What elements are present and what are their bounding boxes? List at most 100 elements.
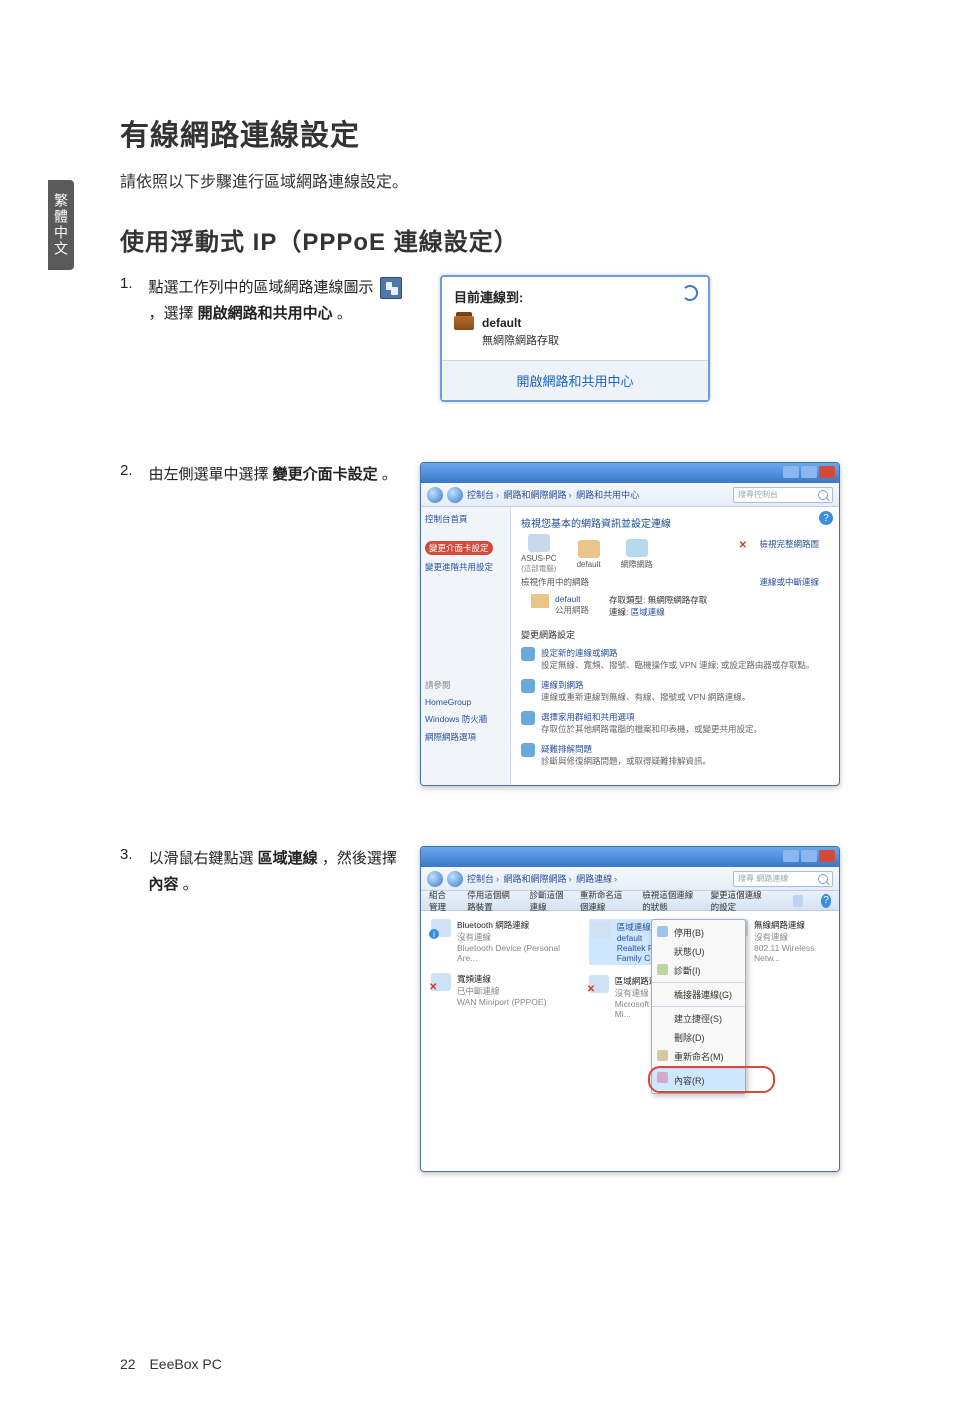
side-link-change-sharing[interactable]: 變更進階共用設定	[425, 561, 506, 573]
network-connections-window: 控制台› 網路和網際網路› 網路連線› 搜尋 網路連線 組合管理 停用這個網路裝…	[420, 846, 840, 1172]
window-titlebar	[421, 847, 839, 867]
search-input[interactable]: 搜尋 網路連線	[733, 871, 833, 887]
ctx-rename[interactable]: 重新命名(M)	[652, 1047, 745, 1066]
ctx-disable[interactable]: 停用(B)	[652, 923, 745, 942]
search-input[interactable]: 搜尋控制台	[733, 487, 833, 503]
ctx-diagnose[interactable]: 診斷(I)	[652, 961, 745, 980]
popup-body: default 無網際網路存取	[442, 310, 708, 360]
entry-title: 疑難排解問題	[541, 743, 711, 755]
diagnose-btn[interactable]: 診斷這個連線	[530, 889, 566, 913]
disable-device-btn[interactable]: 停用這個網路裝置	[467, 889, 515, 913]
close-button[interactable]	[819, 850, 835, 862]
connections-value[interactable]: 區域連線	[631, 607, 665, 617]
view-status-btn[interactable]: 檢視這個連線的狀態	[642, 889, 696, 913]
side-language-tab: 繁體中文	[48, 180, 74, 270]
crumb-3[interactable]: 網路連線	[576, 874, 612, 884]
view-icon[interactable]	[793, 895, 803, 907]
crumb-2[interactable]: 網路和網際網路	[504, 490, 567, 500]
forward-button[interactable]	[447, 487, 463, 503]
maximize-button[interactable]	[801, 466, 817, 478]
homegroup-options[interactable]: 選擇家用群組和共用選項存取位於其他網路電腦的檔案和印表機，或變更共用設定。	[521, 711, 829, 735]
ctx-delete[interactable]: 刪除(D)	[652, 1028, 745, 1047]
help-icon[interactable]: ?	[821, 894, 831, 908]
side-see-also: 請參閱	[425, 679, 506, 691]
search-icon	[818, 490, 828, 500]
crumb-1[interactable]: 控制台	[467, 874, 494, 884]
product-name: EeeBox PC	[149, 1356, 221, 1372]
connection-bluetooth[interactable]: Bluetooth 網路連線沒有連線Bluetooth Device (Pers…	[431, 919, 569, 963]
crumb-2[interactable]: 網路和網際網路	[504, 874, 567, 884]
close-button[interactable]	[819, 466, 835, 478]
troubleshoot[interactable]: 疑難排解問題診斷與修復網路問題，或取得疑難排解資訊。	[521, 743, 829, 767]
side-link-firewall[interactable]: Windows 防火牆	[425, 713, 506, 725]
window-sidebar: 控制台首頁 變更介面卡設定 變更進階共用設定 請參閱 HomeGroup Win…	[421, 507, 511, 785]
step-body: 以滑鼠右鍵點選 區域連線 ，然後選擇 內容 。	[148, 846, 408, 897]
maximize-button[interactable]	[801, 850, 817, 862]
back-button[interactable]	[427, 487, 443, 503]
step1-text-b: ，選擇	[148, 305, 197, 322]
setup-new-connection[interactable]: 設定新的連線或網路設定無線、寬頻、撥號、臨機操作或 VPN 連線; 或設定路由器…	[521, 647, 829, 671]
breadcrumb[interactable]: 控制台› 網路和網際網路› 網路連線›	[467, 872, 619, 885]
ctx-properties[interactable]: 內容(R)	[652, 1068, 745, 1090]
minimize-button[interactable]	[783, 466, 799, 478]
organize-menu[interactable]: 組合管理	[429, 889, 453, 913]
step1-text-a: 點選工作列中的區域網路連線圖示	[148, 279, 373, 296]
minimize-button[interactable]	[783, 850, 799, 862]
ctx-bridge[interactable]: 橋接器連線(G)	[652, 982, 745, 1004]
step-body: 由左側選單中選擇 變更介面卡設定 。	[148, 462, 408, 488]
pc-sub: (這部電腦)	[521, 563, 557, 574]
side-link-internet-options[interactable]: 網際網路選項	[425, 731, 506, 743]
refresh-icon[interactable]	[682, 285, 698, 301]
step-3: 3. 以滑鼠右鍵點選 區域連線 ，然後選擇 內容 。	[120, 846, 880, 1172]
window-body: Bluetooth 網路連線沒有連線Bluetooth Device (Pers…	[421, 911, 839, 1171]
step-2: 2. 由左側選單中選擇 變更介面卡設定 。 控制台› 網路和網際	[120, 462, 880, 786]
conn-device: WAN Miniport (PPPOE)	[457, 997, 546, 1007]
disconnected-x-icon: ✕	[739, 540, 747, 551]
crumb-3[interactable]: 網路和共用中心	[576, 490, 639, 500]
connect-to-network[interactable]: 連線到網路連線或重新連線到無線、有線、撥號或 VPN 網路連線。	[521, 679, 829, 703]
entry-desc: 連線或重新連線到無線、有線、撥號或 VPN 網路連線。	[541, 691, 750, 703]
step-1: 1. 點選工作列中的區域網路連線圖示 ，選擇 開啟網路和共用中心 。 目前連線到…	[120, 275, 880, 402]
popup-network-name: default	[482, 316, 696, 330]
active-networks-title: 檢視作用中的網路	[521, 577, 589, 587]
pc-icon	[528, 534, 550, 552]
side-link-homegroup[interactable]: HomeGroup	[425, 697, 506, 707]
full-map-link[interactable]: 檢視完整網路圖	[759, 538, 819, 550]
open-network-center-link[interactable]: 開啟網路和共用中心	[516, 374, 633, 389]
adapter-icon	[591, 921, 611, 939]
access-type-value: 無網際網路存取	[648, 595, 708, 605]
step1-bold: 開啟網路和共用中心	[198, 305, 333, 322]
network-icon	[454, 316, 474, 330]
window-titlebar	[421, 463, 839, 483]
rename-btn[interactable]: 重新命名這個連線	[580, 889, 628, 913]
back-button[interactable]	[427, 871, 443, 887]
step3-bold-1: 區域連線	[258, 850, 318, 867]
step-number: 1.	[120, 275, 144, 292]
network-popup: 目前連線到: default 無網際網路存取 開啟網路和共用中心	[440, 275, 710, 402]
network-map: ASUS-PC (這部電腦) default ✕ 網際網路 檢視完整網路圖	[521, 538, 829, 570]
change-settings-btn[interactable]: 變更這個連線的設定	[711, 889, 765, 913]
ctx-shortcut[interactable]: 建立捷徑(S)	[652, 1006, 745, 1028]
step-body: 點選工作列中的區域網路連線圖示 ，選擇 開啟網路和共用中心 。	[148, 275, 428, 326]
adapter-icon	[589, 975, 609, 993]
breadcrumb[interactable]: 控制台› 網路和網際網路› 網路和共用中心	[467, 488, 639, 501]
crumb-1[interactable]: 控制台	[467, 490, 494, 500]
conn-status: 沒有連線	[457, 931, 569, 943]
context-menu: 停用(B) 狀態(U) 診斷(I) 橋接器連線(G) 建立捷徑(S) 刪除(D)…	[651, 919, 746, 1094]
connect-disconnect-link[interactable]: 連線或中斷連線	[759, 576, 819, 588]
active-net-name[interactable]: default	[555, 594, 589, 604]
search-icon	[818, 874, 828, 884]
connection-broadband[interactable]: 寬頻連線已中斷連線WAN Miniport (PPPOE)	[431, 973, 569, 1007]
wizard-icon	[521, 647, 535, 661]
side-link-home[interactable]: 控制台首頁	[425, 513, 506, 525]
forward-button[interactable]	[447, 871, 463, 887]
ctx-status[interactable]: 狀態(U)	[652, 942, 745, 961]
conn-name: 寬頻連線	[457, 973, 546, 985]
entry-desc: 診斷與修復網路問題，或取得疑難排解資訊。	[541, 755, 711, 767]
help-icon[interactable]: ?	[819, 511, 833, 525]
disable-icon	[657, 926, 668, 937]
conn-device: 802.11 Wireless Netw...	[754, 943, 829, 963]
side-link-change-adapter[interactable]: 變更介面卡設定	[425, 541, 493, 555]
internet-label: 網際網路	[621, 559, 653, 570]
net-name: default	[577, 560, 601, 569]
